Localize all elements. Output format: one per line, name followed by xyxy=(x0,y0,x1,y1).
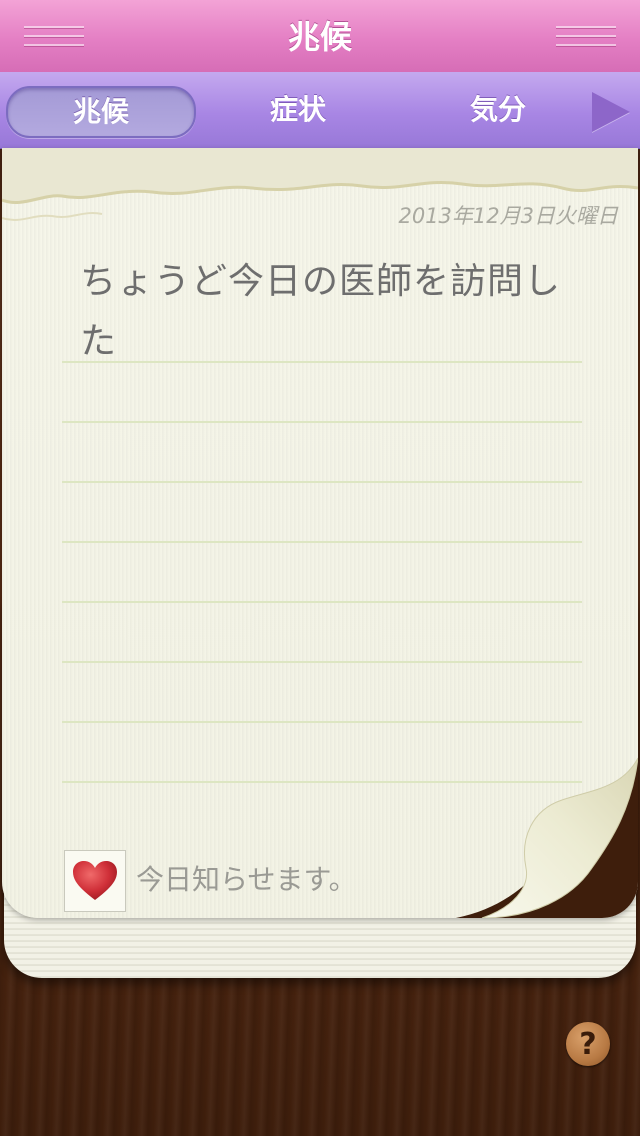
play-arrow-icon[interactable] xyxy=(592,92,630,132)
heart-icon xyxy=(73,861,117,900)
page-title: 兆候 xyxy=(287,18,352,56)
notify-label: 今日知らせます。 xyxy=(136,863,357,896)
page-curl xyxy=(455,757,638,918)
segmented-tab-bar: 兆候 症状 気分 xyxy=(0,72,640,149)
note-date: 2013年12月3日火曜日 xyxy=(398,204,618,228)
tab-signs[interactable]: 兆候 xyxy=(6,86,196,138)
menu-icon-right[interactable] xyxy=(556,26,616,48)
tab-mood[interactable]: 気分 xyxy=(400,86,596,134)
ruled-lines xyxy=(62,303,582,783)
notepad-page: 2013年12月3日火曜日 ちょうど今日の医師を訪問した 今日知らせます。 xyxy=(2,148,638,918)
tab-symptoms[interactable]: 症状 xyxy=(200,86,396,134)
title-bar: 兆候 xyxy=(0,0,640,73)
notify-checkbox[interactable] xyxy=(64,850,126,912)
note-text-area[interactable]: ちょうど今日の医師を訪問した xyxy=(80,252,570,372)
help-button[interactable]: ? xyxy=(566,1022,610,1066)
question-mark-icon: ? xyxy=(579,1027,597,1062)
